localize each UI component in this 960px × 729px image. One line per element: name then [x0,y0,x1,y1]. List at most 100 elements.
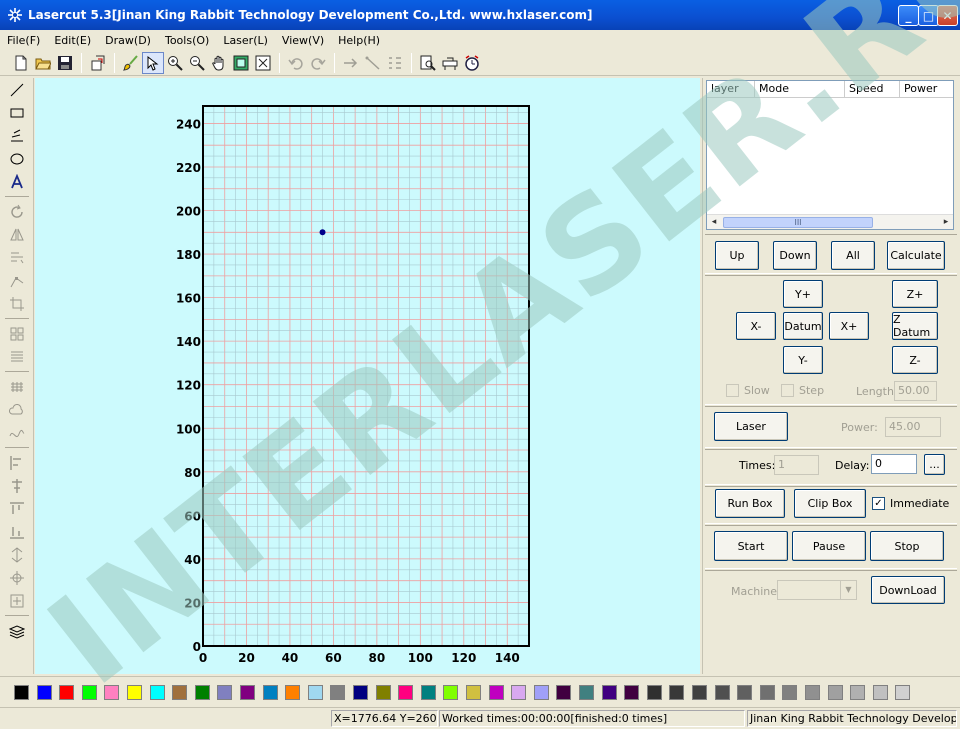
color-swatch[interactable] [398,685,414,700]
scroll-thumb[interactable]: III [723,217,873,228]
menu-help[interactable]: Help(H) [331,34,387,47]
layer-lines-icon[interactable] [0,345,34,368]
color-swatch[interactable] [805,685,820,700]
text-icon[interactable] [0,170,34,193]
pause-button[interactable]: Pause [792,531,866,561]
color-swatch[interactable] [443,685,459,700]
column-speed[interactable]: Speed [845,81,900,97]
timer-icon[interactable] [461,52,483,74]
color-swatch[interactable] [240,685,255,700]
align-top-icon[interactable] [0,497,34,520]
undo-icon[interactable] [285,52,307,74]
scroll-left-icon[interactable]: ◂ [707,215,721,229]
line-icon[interactable] [0,78,34,101]
color-swatch[interactable] [172,685,188,700]
z-datum-button[interactable]: Z Datum [892,312,938,340]
color-swatch[interactable] [307,685,323,700]
power-field[interactable]: 45.00 [885,417,941,437]
color-swatch[interactable] [579,685,594,700]
ellipse-icon[interactable] [0,147,34,170]
color-swatch[interactable] [601,685,617,700]
preview-icon[interactable] [417,52,439,74]
color-swatch[interactable] [194,685,210,700]
delay-field[interactable]: 0 [871,454,917,474]
pan-hand-icon[interactable] [208,52,230,74]
rectangle-icon[interactable] [0,101,34,124]
download-button[interactable]: DownLoad [871,576,945,604]
array-copy-icon[interactable] [0,322,34,345]
line-path-icon[interactable] [362,52,384,74]
color-swatch[interactable] [127,685,142,700]
maximize-button[interactable]: □ [918,5,939,26]
color-swatch[interactable] [488,685,504,700]
color-swatch[interactable] [827,685,843,700]
layers-icon[interactable] [0,619,34,642]
distribute-icon[interactable] [0,543,34,566]
color-swatch[interactable] [533,685,549,700]
layer-horizontal-scrollbar[interactable]: ◂ III ▸ [707,214,953,229]
color-swatch[interactable] [714,685,730,700]
laser-button[interactable]: Laser [714,412,788,441]
start-button[interactable]: Start [714,531,788,561]
color-swatch[interactable] [646,685,662,700]
color-swatch[interactable] [217,685,233,700]
color-swatch[interactable] [872,685,888,700]
times-field[interactable]: 1 [774,455,819,475]
chevron-down-icon[interactable]: ▼ [840,581,856,599]
x-plus-button[interactable]: X+ [829,312,869,340]
align-center-icon[interactable] [0,474,34,497]
polyline-icon[interactable] [0,124,34,147]
new-file-icon[interactable] [10,52,32,74]
menu-laser[interactable]: Laser(L) [216,34,275,47]
color-swatch[interactable] [420,685,436,700]
brush-icon[interactable] [120,52,142,74]
column-layer[interactable]: layer [707,81,755,97]
slow-checkbox[interactable] [726,384,739,397]
color-swatch[interactable] [692,685,707,700]
zoom-out-icon[interactable] [186,52,208,74]
color-swatch[interactable] [466,685,481,700]
layer-table[interactable]: layer Mode Speed Power ◂ III ▸ [706,80,954,230]
save-disk-icon[interactable] [54,52,76,74]
color-swatch[interactable] [353,685,368,700]
color-swatch[interactable] [36,685,52,700]
rotate-icon[interactable] [0,200,34,223]
menu-edit[interactable]: Edit(E) [47,34,98,47]
y-plus-button[interactable]: Y+ [783,280,823,308]
hatch-icon[interactable] [0,375,34,398]
column-mode[interactable]: Mode [755,81,845,97]
z-minus-button[interactable]: Z- [892,346,938,374]
color-swatch[interactable] [556,685,572,700]
color-swatch[interactable] [59,685,75,700]
z-plus-button[interactable]: Z+ [892,280,938,308]
minimize-button[interactable]: _ [898,5,919,26]
title-bar[interactable]: Lasercut 5.3[Jinan King Rabbit Technolog… [0,0,960,30]
color-swatch[interactable] [375,685,391,700]
color-swatch[interactable] [330,685,346,700]
menu-tools[interactable]: Tools(O) [158,34,216,47]
x-minus-button[interactable]: X- [736,312,776,340]
move-icon[interactable] [0,589,34,612]
cloud-icon[interactable] [0,398,34,421]
curve-icon[interactable] [0,421,34,444]
select-arrow-icon[interactable] [142,51,164,74]
color-swatch[interactable] [850,685,866,700]
color-swatch[interactable] [759,685,775,700]
machine-icon[interactable] [439,52,461,74]
scroll-right-icon[interactable]: ▸ [939,215,953,229]
color-swatch[interactable] [669,685,685,700]
delay-browse-button[interactable]: ... [924,454,945,475]
snap-icon[interactable] [0,566,34,589]
down-button[interactable]: Down [773,241,817,270]
mirror-icon[interactable] [0,223,34,246]
menu-draw[interactable]: Draw(D) [98,34,158,47]
align-left-icon[interactable] [0,451,34,474]
crop-icon[interactable] [0,292,34,315]
drawing-canvas[interactable]: 0 20 40 60 80 100 120 140 0 20 40 60 80 100 120 140 160 1… [35,78,700,674]
y-minus-button[interactable]: Y- [783,346,823,374]
color-swatch[interactable] [81,685,97,700]
zoom-in-icon[interactable] [164,52,186,74]
fit-page-icon[interactable] [230,52,252,74]
column-power[interactable]: Power [900,81,953,97]
color-swatch[interactable] [262,685,278,700]
